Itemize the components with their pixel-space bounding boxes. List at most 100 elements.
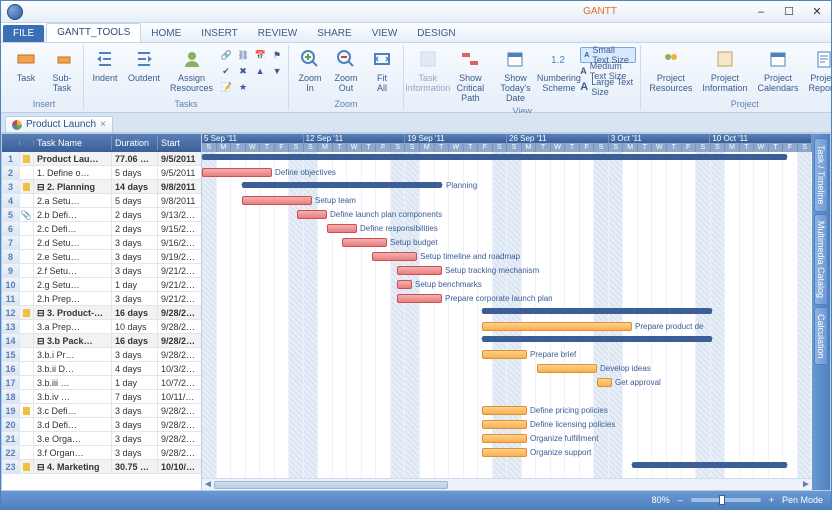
gantt-bar[interactable]: Prepare product de bbox=[482, 322, 632, 331]
large-text-radio[interactable]: ALarge Text Size bbox=[580, 79, 636, 95]
doc-tab-close[interactable]: × bbox=[100, 119, 106, 130]
table-row[interactable]: 23⊟ 4. Marketing30.75 days10/10/2011 bbox=[2, 460, 201, 474]
gantt-bar[interactable]: Define objectives bbox=[202, 168, 272, 177]
tab-insert[interactable]: INSERT bbox=[191, 25, 248, 42]
gantt-bar[interactable]: Get approval bbox=[597, 378, 612, 387]
project-calendars-button[interactable]: ProjectCalendars bbox=[753, 45, 802, 95]
gantt-bar[interactable] bbox=[482, 336, 712, 342]
table-row[interactable]: 223.f Organ…3 days9/28/2011 bbox=[2, 446, 201, 460]
critical-path-button[interactable]: ShowCritical Path bbox=[450, 45, 492, 105]
table-row[interactable]: 112.h Prep…3 days9/21/2011 bbox=[2, 292, 201, 306]
gantt-bar[interactable]: Define licensing policies bbox=[482, 420, 527, 429]
tab-share[interactable]: SHARE bbox=[307, 25, 361, 42]
gantt-bar[interactable]: Define pricing policies bbox=[482, 406, 527, 415]
show-today-button[interactable]: ShowToday's Date bbox=[493, 45, 537, 105]
project-resources-button[interactable]: ProjectResources bbox=[645, 45, 696, 95]
gantt-bar[interactable]: Setup team bbox=[242, 196, 312, 205]
numbering-scheme-button[interactable]: 1.2NumberingScheme bbox=[540, 45, 579, 95]
move-down-icon[interactable]: ▼ bbox=[270, 64, 284, 78]
task-button[interactable]: Task bbox=[9, 45, 43, 85]
table-row[interactable]: 42.a Setu…5 days9/8/2011 bbox=[2, 194, 201, 208]
zoom-slider[interactable] bbox=[691, 498, 761, 502]
document-tab[interactable]: Product Launch × bbox=[5, 116, 113, 132]
table-row[interactable]: 3⊟ 2. Planning14 days9/8/2011 bbox=[2, 180, 201, 194]
side-tab-multimedia[interactable]: Multimedia Catalog bbox=[814, 214, 828, 305]
fit-all-button[interactable]: FitAll bbox=[365, 45, 399, 95]
bar-label: Define launch plan components bbox=[330, 210, 442, 219]
table-row[interactable]: 153.b.i Pr…3 days9/28/2011 bbox=[2, 348, 201, 362]
gantt-bar[interactable]: Setup benchmarks bbox=[397, 280, 412, 289]
side-tab-task-timeline[interactable]: Task / Timeline bbox=[814, 138, 828, 212]
table-row[interactable]: 133.a Prep…10 days9/28/2011 bbox=[2, 320, 201, 334]
flag-icon[interactable]: ⚑ bbox=[270, 48, 284, 62]
scroll-left-icon[interactable]: ◄ bbox=[202, 479, 214, 491]
gantt-chart[interactable]: 5 Sep '1112 Sep '1119 Sep '1126 Sep '113… bbox=[202, 134, 812, 490]
zoom-in-button[interactable]: ZoomIn bbox=[293, 45, 327, 95]
table-row[interactable]: 92.f Setu…3 days9/21/2011 bbox=[2, 264, 201, 278]
gantt-bar[interactable]: Define responsibilities bbox=[327, 224, 357, 233]
side-tab-calculation[interactable]: Calculation bbox=[814, 307, 828, 366]
maximize-button[interactable]: ☐ bbox=[775, 3, 803, 21]
subtask-button[interactable]: Sub-Task bbox=[45, 45, 79, 95]
assign-resources-button[interactable]: AssignResources bbox=[166, 45, 217, 95]
priority-icon[interactable]: ★ bbox=[236, 80, 250, 94]
table-row[interactable]: 163.b.ii D…4 days10/3/2011 bbox=[2, 362, 201, 376]
table-row[interactable]: 82.e Setu…3 days9/19/2011 bbox=[2, 250, 201, 264]
gantt-bar[interactable]: Setup tracking mechanism bbox=[397, 266, 442, 275]
tab-home[interactable]: HOME bbox=[141, 25, 191, 42]
gantt-bar[interactable]: Organize fulfillment bbox=[482, 434, 527, 443]
gantt-bar[interactable]: Prepare brief bbox=[482, 350, 527, 359]
tab-file[interactable]: FILE bbox=[3, 25, 44, 42]
gantt-bar[interactable] bbox=[482, 308, 712, 314]
pen-mode[interactable]: Pen Mode bbox=[782, 495, 823, 505]
table-row[interactable]: 102.g Setu…1 day9/21/2011 bbox=[2, 278, 201, 292]
table-row[interactable]: 203.d Defi…3 days9/28/2011 bbox=[2, 418, 201, 432]
move-up-icon[interactable]: ▲ bbox=[253, 64, 267, 78]
complete-icon[interactable]: ✔ bbox=[219, 64, 233, 78]
table-row[interactable]: 62.c Defi…2 days9/15/2011 bbox=[2, 222, 201, 236]
tab-design[interactable]: DESIGN bbox=[407, 25, 465, 42]
gantt-bar[interactable]: Develop ideas bbox=[537, 364, 597, 373]
gantt-bar[interactable]: Prepare corporate launch plan bbox=[397, 294, 442, 303]
zoom-out-button[interactable]: ZoomOut bbox=[329, 45, 363, 95]
table-row[interactable]: 14⊟ 3.b Pack…16 days9/28/2011 bbox=[2, 334, 201, 348]
unlink-icon[interactable]: ⛓ bbox=[236, 48, 250, 62]
gantt-bar[interactable]: Organize support bbox=[482, 448, 527, 457]
table-row[interactable]: 21. Define o…5 days9/5/2011 bbox=[2, 166, 201, 180]
scroll-thumb[interactable] bbox=[214, 481, 448, 489]
table-row[interactable]: 183.b.iv …7 days10/11/2011 bbox=[2, 390, 201, 404]
close-button[interactable]: ✕ bbox=[803, 3, 831, 21]
project-reports-button[interactable]: ProjectReports bbox=[804, 45, 832, 95]
tab-gantt_tools[interactable]: GANTT_TOOLS bbox=[46, 23, 141, 42]
project-info-button[interactable]: ProjectInformation bbox=[698, 45, 751, 95]
week-header: 5 Sep '11 bbox=[202, 134, 304, 143]
table-row[interactable]: 213.e Orga…3 days9/28/2011 bbox=[2, 432, 201, 446]
gantt-hscroll[interactable]: ◄ ► bbox=[202, 478, 812, 490]
zoom-minus[interactable]: – bbox=[678, 495, 683, 505]
gantt-bar[interactable] bbox=[632, 462, 787, 468]
tab-review[interactable]: REVIEW bbox=[248, 25, 307, 42]
delete-icon[interactable]: ✖ bbox=[236, 64, 250, 78]
gantt-bar[interactable] bbox=[202, 154, 787, 160]
table-row[interactable]: 193.c Defi…3 days9/28/2011 bbox=[2, 404, 201, 418]
indent-button[interactable]: Indent bbox=[88, 45, 122, 85]
note-icon[interactable]: 📝 bbox=[219, 80, 233, 94]
calendar-icon[interactable]: 📅 bbox=[253, 48, 267, 62]
group-tasks: Indent Outdent AssignResources 🔗⛓📅⚑ ✔✖▲▼… bbox=[84, 45, 289, 110]
gantt-bar[interactable]: Setup budget bbox=[342, 238, 387, 247]
gantt-bar[interactable]: Planning bbox=[242, 182, 442, 188]
zoom-plus[interactable]: + bbox=[769, 495, 774, 505]
scroll-right-icon[interactable]: ► bbox=[800, 479, 812, 491]
table-row[interactable]: 5📎2.b Defi…2 days9/13/2011 bbox=[2, 208, 201, 222]
table-row[interactable]: 1Product Lau…77.06 days9/5/2011 bbox=[2, 152, 201, 166]
link-icon[interactable]: 🔗 bbox=[219, 48, 233, 62]
tab-view[interactable]: VIEW bbox=[362, 25, 408, 42]
gantt-bar[interactable]: Setup timeline and roadmap bbox=[372, 252, 417, 261]
outdent-button[interactable]: Outdent bbox=[124, 45, 164, 85]
task-info-button[interactable]: TaskInformation bbox=[408, 45, 447, 95]
gantt-bar[interactable]: Define launch plan components bbox=[297, 210, 327, 219]
minimize-button[interactable]: – bbox=[747, 3, 775, 21]
table-row[interactable]: 173.b.iii …1 day10/7/2011 bbox=[2, 376, 201, 390]
table-row[interactable]: 72.d Setu…3 days9/16/2011 bbox=[2, 236, 201, 250]
table-row[interactable]: 12⊟ 3. Product-…16 days9/28/2011 bbox=[2, 306, 201, 320]
